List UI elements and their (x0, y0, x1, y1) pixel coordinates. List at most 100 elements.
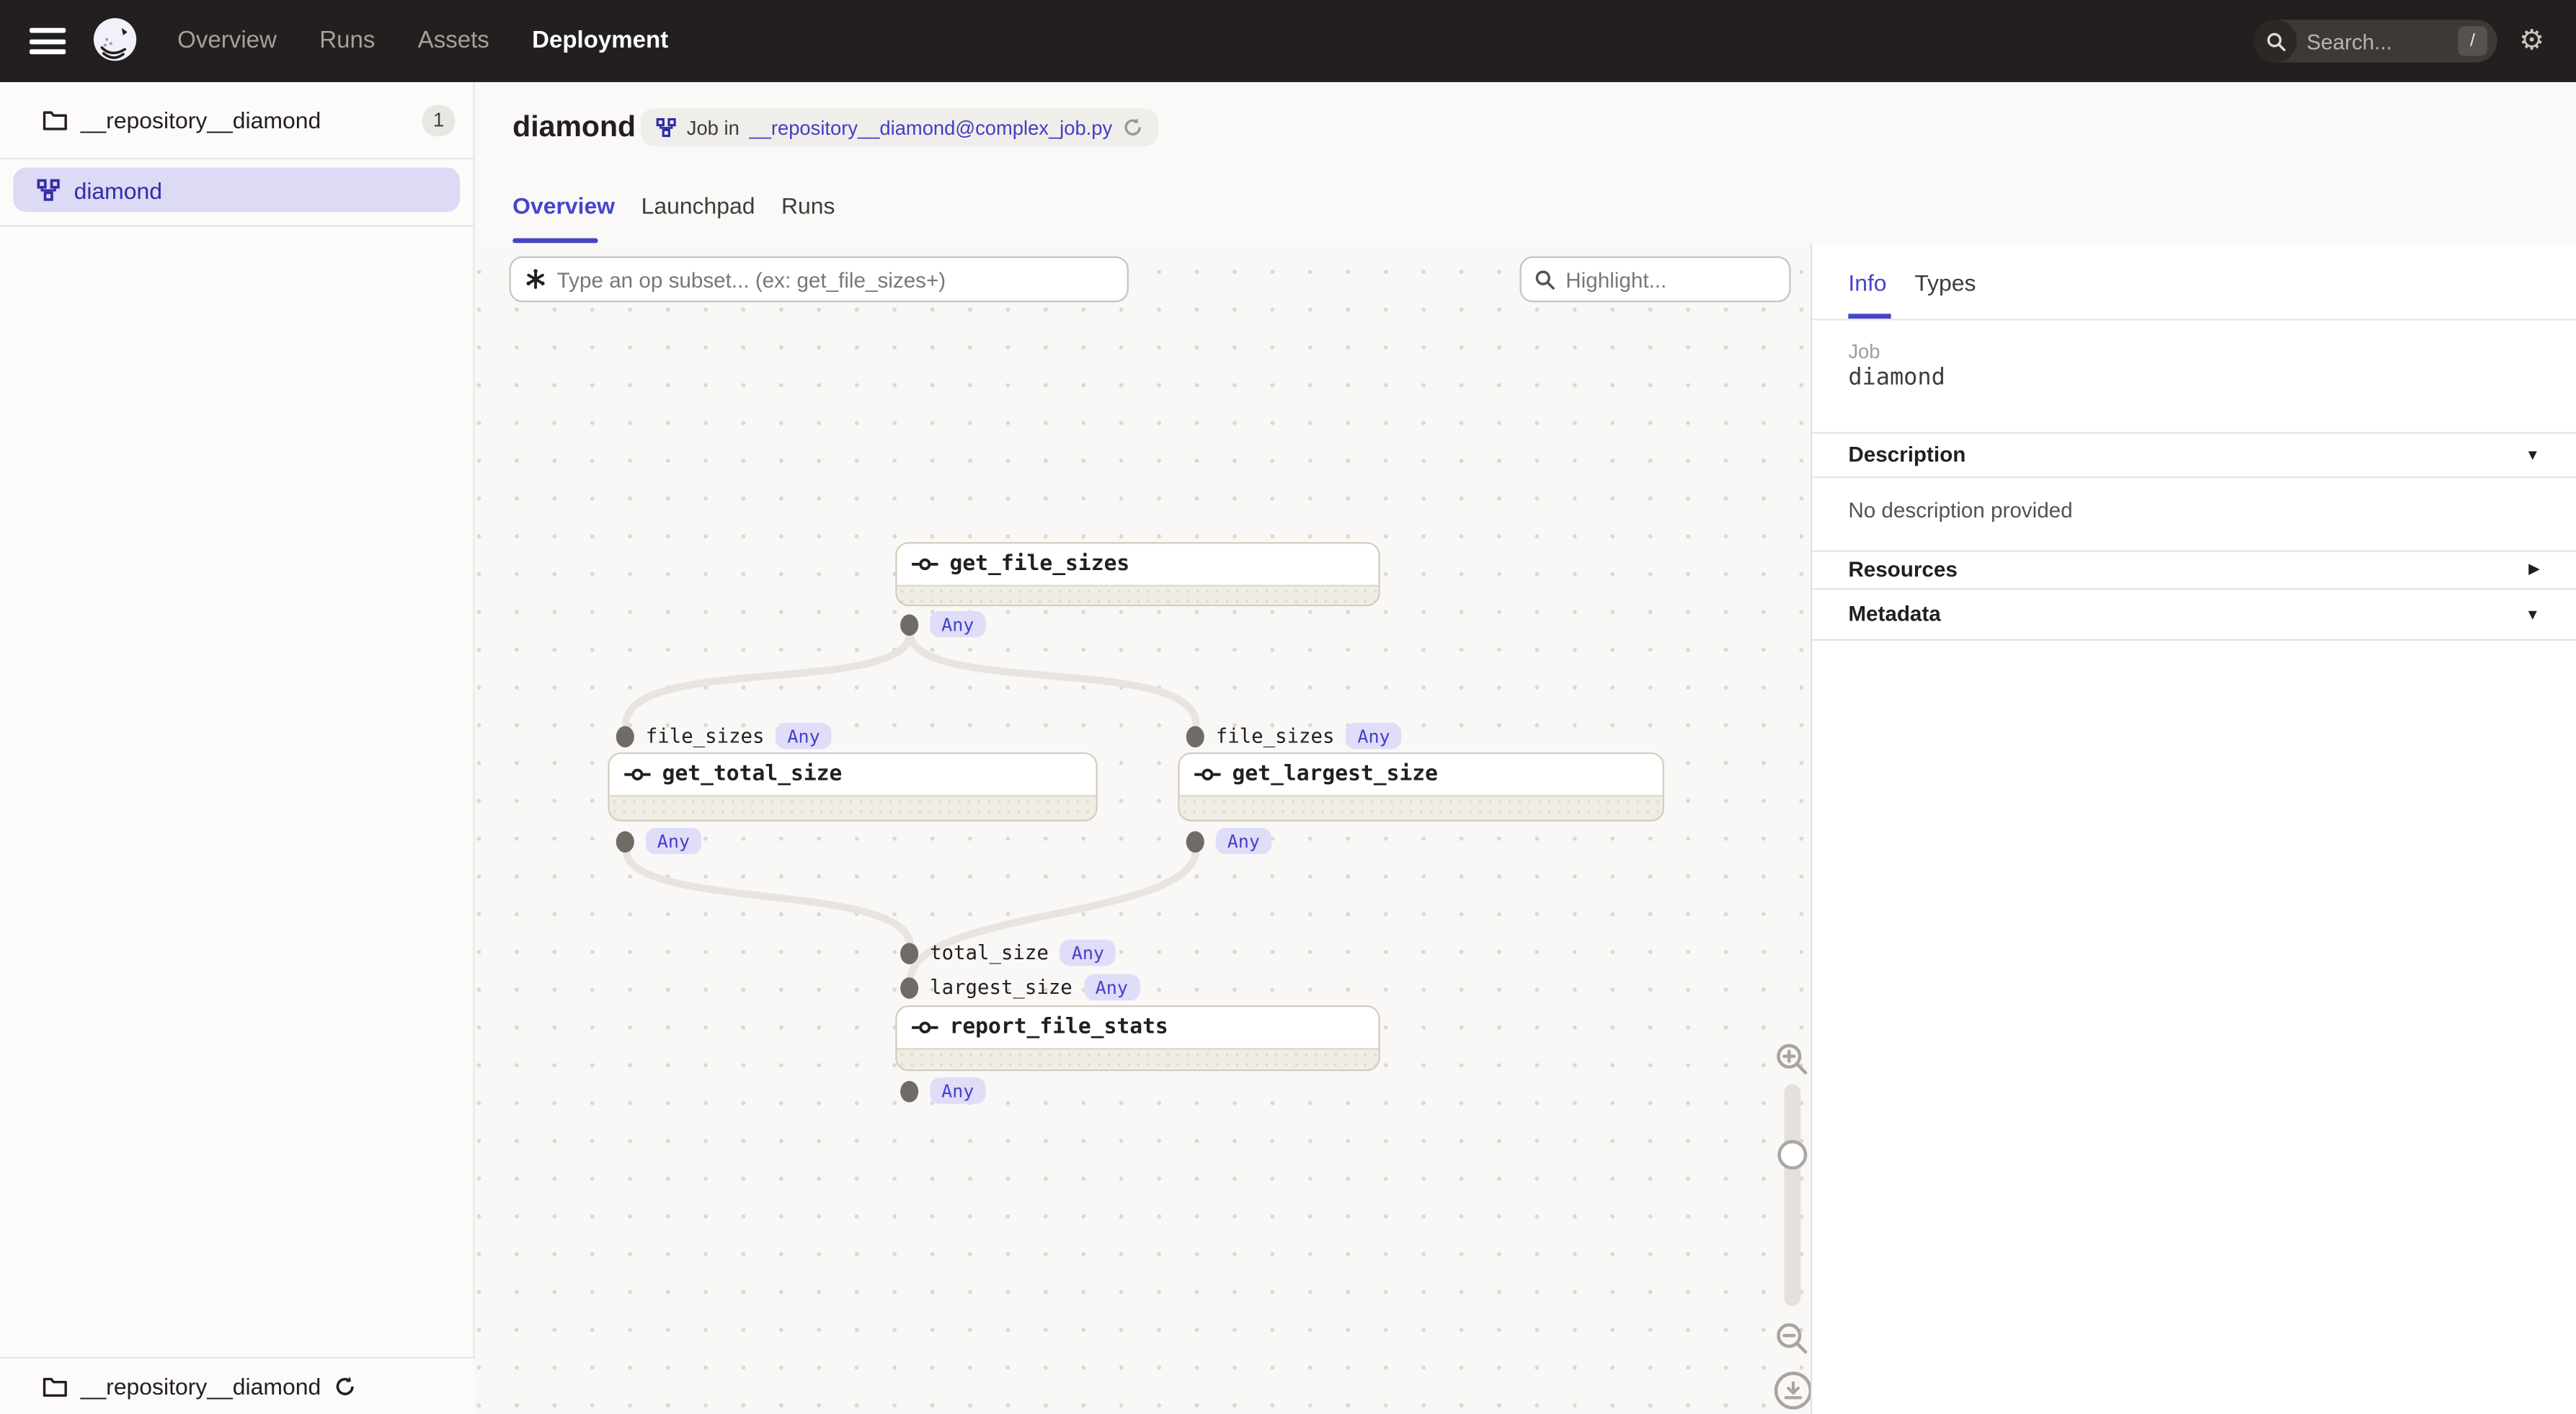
global-search[interactable]: / (2254, 19, 2497, 62)
output-port[interactable] (616, 830, 634, 852)
footer-repository-name: __repository__diamond (81, 1374, 321, 1400)
job-field-value: diamond (1848, 365, 1945, 391)
sidebar-item-label: diamond (74, 177, 162, 203)
type-badge[interactable]: Any (646, 828, 701, 854)
page-title: diamond (512, 110, 636, 145)
zoom-slider-track[interactable] (1784, 1084, 1800, 1306)
input-row-largest_size[interactable]: largest_size Any (900, 974, 1140, 1000)
op-subset-input[interactable] (557, 267, 1070, 291)
chevron-down-icon: ▼ (2526, 605, 2540, 622)
type-badge[interactable]: Any (930, 1077, 985, 1103)
op-graph-canvas[interactable]: get_file_sizes Any file_sizes Any file_s… (475, 243, 1811, 1414)
op-icon (624, 766, 650, 781)
section-metadata[interactable]: Metadata ▼ (1812, 588, 2576, 639)
op-node-get_file_sizes[interactable]: get_file_sizes (895, 542, 1380, 606)
input-row-total_size[interactable]: total_size Any (900, 940, 1116, 966)
type-badge[interactable]: Any (1346, 723, 1401, 749)
tab-types[interactable]: Types (1914, 270, 1976, 295)
op-icon (1194, 766, 1220, 781)
op-node-get_total_size[interactable]: get_total_size (608, 752, 1097, 822)
input-name: file_sizes (1216, 724, 1335, 747)
section-resources[interactable]: Resources ▶ (1812, 551, 2576, 588)
job-origin-link[interactable]: __repository__diamond@complex_job.py (749, 116, 1112, 139)
reload-icon[interactable] (1122, 117, 1144, 138)
section-description[interactable]: Description ▼ (1812, 432, 2576, 476)
type-badge[interactable]: Any (1084, 974, 1140, 1000)
highlight-filter[interactable] (1519, 257, 1790, 303)
settings-gear-icon[interactable]: ⚙ (2497, 25, 2567, 58)
output-row-get_file_sizes[interactable]: Any (900, 611, 985, 637)
input-port[interactable] (1186, 725, 1204, 747)
nav-item-overview[interactable]: Overview (177, 28, 277, 54)
panel-tabs: Info Types (1848, 270, 1976, 295)
op-config-strip (897, 1048, 1379, 1070)
op-icon (912, 556, 938, 572)
type-badge[interactable]: Any (1060, 940, 1116, 966)
tab-overview[interactable]: Overview (512, 192, 615, 218)
repository-row[interactable]: __repository__diamond 1 (0, 95, 475, 144)
input-row-file_sizes-right[interactable]: file_sizes Any (1186, 723, 1402, 749)
search-input[interactable] (2306, 29, 2438, 53)
tab-runs[interactable]: Runs (781, 192, 835, 218)
op-icon (912, 1019, 938, 1034)
op-selector-icon (524, 268, 547, 291)
page-header: diamond Job in __repository__diamond@com… (475, 82, 2576, 243)
download-graph-button[interactable] (1775, 1371, 1812, 1409)
op-name: report_file_stats (949, 1015, 1168, 1039)
output-row-get_largest_size[interactable]: Any (1186, 828, 1271, 854)
output-port[interactable] (900, 613, 918, 635)
op-name: get_largest_size (1233, 762, 1438, 786)
type-badge[interactable]: Any (930, 611, 985, 637)
op-name: get_file_sizes (949, 551, 1129, 576)
reload-repository-icon[interactable] (334, 1375, 357, 1398)
sidebar-item-diamond-job[interactable]: diamond (13, 167, 460, 212)
input-port[interactable] (900, 977, 918, 998)
nav-item-runs[interactable]: Runs (319, 28, 375, 54)
hamburger-menu-icon[interactable] (30, 28, 66, 54)
input-row-file_sizes-left[interactable]: file_sizes Any (616, 723, 832, 749)
highlight-input[interactable] (1565, 267, 1782, 291)
op-name: get_total_size (662, 762, 843, 786)
app-root: Overview Runs Assets Deployment / ⚙ __re… (0, 0, 2576, 1414)
output-row-get_total_size[interactable]: Any (616, 828, 701, 854)
nav-item-deployment[interactable]: Deployment (532, 28, 668, 54)
input-name: file_sizes (646, 724, 765, 747)
zoom-out-button[interactable] (1775, 1321, 1811, 1357)
tab-launchpad[interactable]: Launchpad (641, 192, 755, 218)
zoom-in-button[interactable] (1775, 1041, 1811, 1077)
search-shortcut-badge: / (2458, 26, 2487, 55)
op-subset-filter[interactable] (510, 257, 1129, 303)
output-port[interactable] (900, 1080, 918, 1102)
tab-info[interactable]: Info (1848, 270, 1886, 295)
description-empty-text: No description provided (1848, 498, 2072, 523)
input-port[interactable] (900, 942, 918, 964)
op-node-get_largest_size[interactable]: get_largest_size (1178, 752, 1664, 822)
input-name: largest_size (930, 976, 1072, 999)
section-title: Resources (1848, 557, 1958, 582)
search-icon (2254, 19, 2296, 62)
chevron-down-icon: ▼ (2526, 446, 2540, 463)
top-navbar: Overview Runs Assets Deployment / ⚙ (0, 0, 2576, 82)
job-count-badge: 1 (422, 105, 456, 135)
download-icon (1784, 1382, 1802, 1400)
left-sidebar: __repository__diamond 1 diamond __reposi… (0, 82, 475, 1414)
input-name: total_size (930, 941, 1049, 964)
active-panel-tab-indicator (1848, 314, 1891, 318)
primary-nav: Overview Runs Assets Deployment (177, 28, 668, 54)
folder-icon (43, 110, 67, 131)
repository-name: __repository__diamond (81, 107, 321, 133)
zoom-slider-knob[interactable] (1777, 1140, 1807, 1170)
type-badge[interactable]: Any (776, 723, 831, 749)
dagster-logo-icon[interactable] (89, 15, 141, 68)
type-badge[interactable]: Any (1216, 828, 1271, 854)
output-row-report_file_stats[interactable]: Any (900, 1077, 985, 1103)
active-tab-indicator (512, 239, 598, 244)
op-config-strip (1180, 795, 1663, 819)
job-graph-icon (655, 117, 677, 138)
job-origin-prefix: Job in (687, 116, 740, 139)
output-port[interactable] (1186, 830, 1204, 852)
nav-item-assets[interactable]: Assets (418, 28, 489, 54)
input-port[interactable] (616, 725, 634, 747)
search-icon (1535, 269, 1556, 290)
op-node-report_file_stats[interactable]: report_file_stats (895, 1005, 1380, 1071)
